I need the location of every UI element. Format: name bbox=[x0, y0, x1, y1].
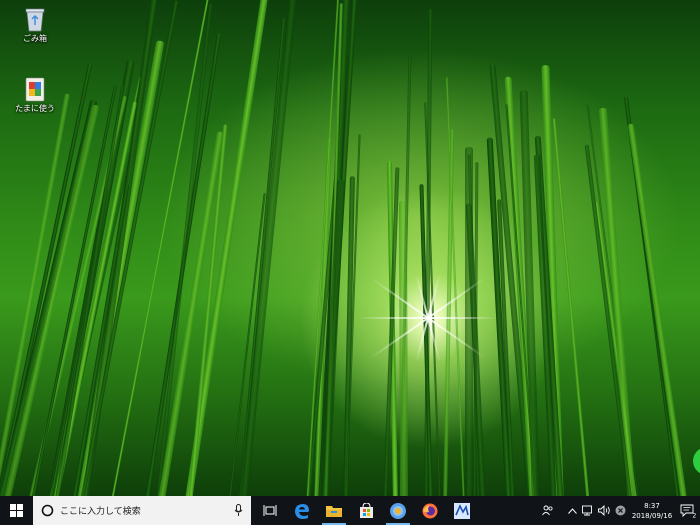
action-center-icon: 2 bbox=[680, 504, 696, 518]
taskbar-file-explorer[interactable] bbox=[318, 496, 350, 525]
bamboo-stalk bbox=[239, 0, 297, 496]
file-explorer-icon bbox=[326, 506, 342, 517]
network-icon bbox=[582, 505, 592, 516]
bamboo-stalk bbox=[627, 123, 688, 496]
volume-button[interactable] bbox=[596, 496, 612, 525]
firefox-icon bbox=[422, 503, 438, 518]
notification-count: 2 bbox=[693, 512, 697, 518]
clock[interactable]: 8:37 2018/09/16 bbox=[628, 501, 676, 521]
volume-icon bbox=[597, 505, 610, 516]
taskbar: ここに入力して検索 8:37 2018/09/16 2 bbox=[0, 496, 700, 525]
clock-date: 2018/09/16 bbox=[631, 511, 673, 520]
action-center-button[interactable]: 2 bbox=[676, 496, 700, 525]
desktop-icon-recycle-bin[interactable]: ごみ箱 bbox=[13, 6, 57, 44]
desktop-icon-label: たまに使う bbox=[15, 104, 55, 113]
microphone-icon[interactable] bbox=[234, 504, 243, 517]
network-button[interactable] bbox=[580, 496, 596, 525]
desktop-icon-label: ごみ箱 bbox=[23, 34, 47, 43]
people-button[interactable] bbox=[540, 496, 556, 525]
floating-side-button[interactable] bbox=[693, 447, 700, 475]
task-view-button[interactable] bbox=[254, 496, 286, 525]
taskbar-store[interactable] bbox=[350, 496, 382, 525]
bamboo-stalk bbox=[398, 200, 408, 496]
cortana-icon bbox=[41, 504, 54, 517]
chevron-up-icon bbox=[567, 507, 577, 514]
taskbar-chrome[interactable] bbox=[382, 496, 414, 525]
people-icon bbox=[542, 505, 553, 516]
bamboo-stalk bbox=[238, 17, 286, 496]
task-view-icon bbox=[263, 504, 277, 516]
windows-logo-icon bbox=[9, 504, 23, 517]
folder-icon bbox=[23, 76, 47, 102]
chrome-icon bbox=[390, 502, 406, 519]
desktop-icon-folder[interactable]: たまに使う bbox=[13, 76, 57, 114]
search-box[interactable]: ここに入力して検索 bbox=[33, 496, 251, 525]
bamboo-stalk bbox=[443, 129, 455, 496]
taskbar-edge[interactable] bbox=[286, 496, 318, 525]
app-icon bbox=[454, 502, 470, 519]
store-icon bbox=[359, 503, 373, 518]
show-hidden-icons-button[interactable] bbox=[564, 496, 580, 525]
system-tray: 8:37 2018/09/16 2 bbox=[540, 496, 700, 525]
clock-time: 8:37 bbox=[644, 501, 660, 510]
taskbar-firefox[interactable] bbox=[414, 496, 446, 525]
edge-icon bbox=[295, 503, 309, 519]
taskbar-app[interactable] bbox=[446, 496, 478, 525]
recycle-bin-icon bbox=[23, 6, 47, 32]
close-circle-icon bbox=[615, 505, 625, 516]
tray-status-button[interactable] bbox=[612, 496, 628, 525]
start-button[interactable] bbox=[0, 496, 32, 525]
desktop-wallpaper: ごみ箱 たまに使う bbox=[0, 0, 700, 496]
search-placeholder: ここに入力して検索 bbox=[60, 507, 141, 517]
